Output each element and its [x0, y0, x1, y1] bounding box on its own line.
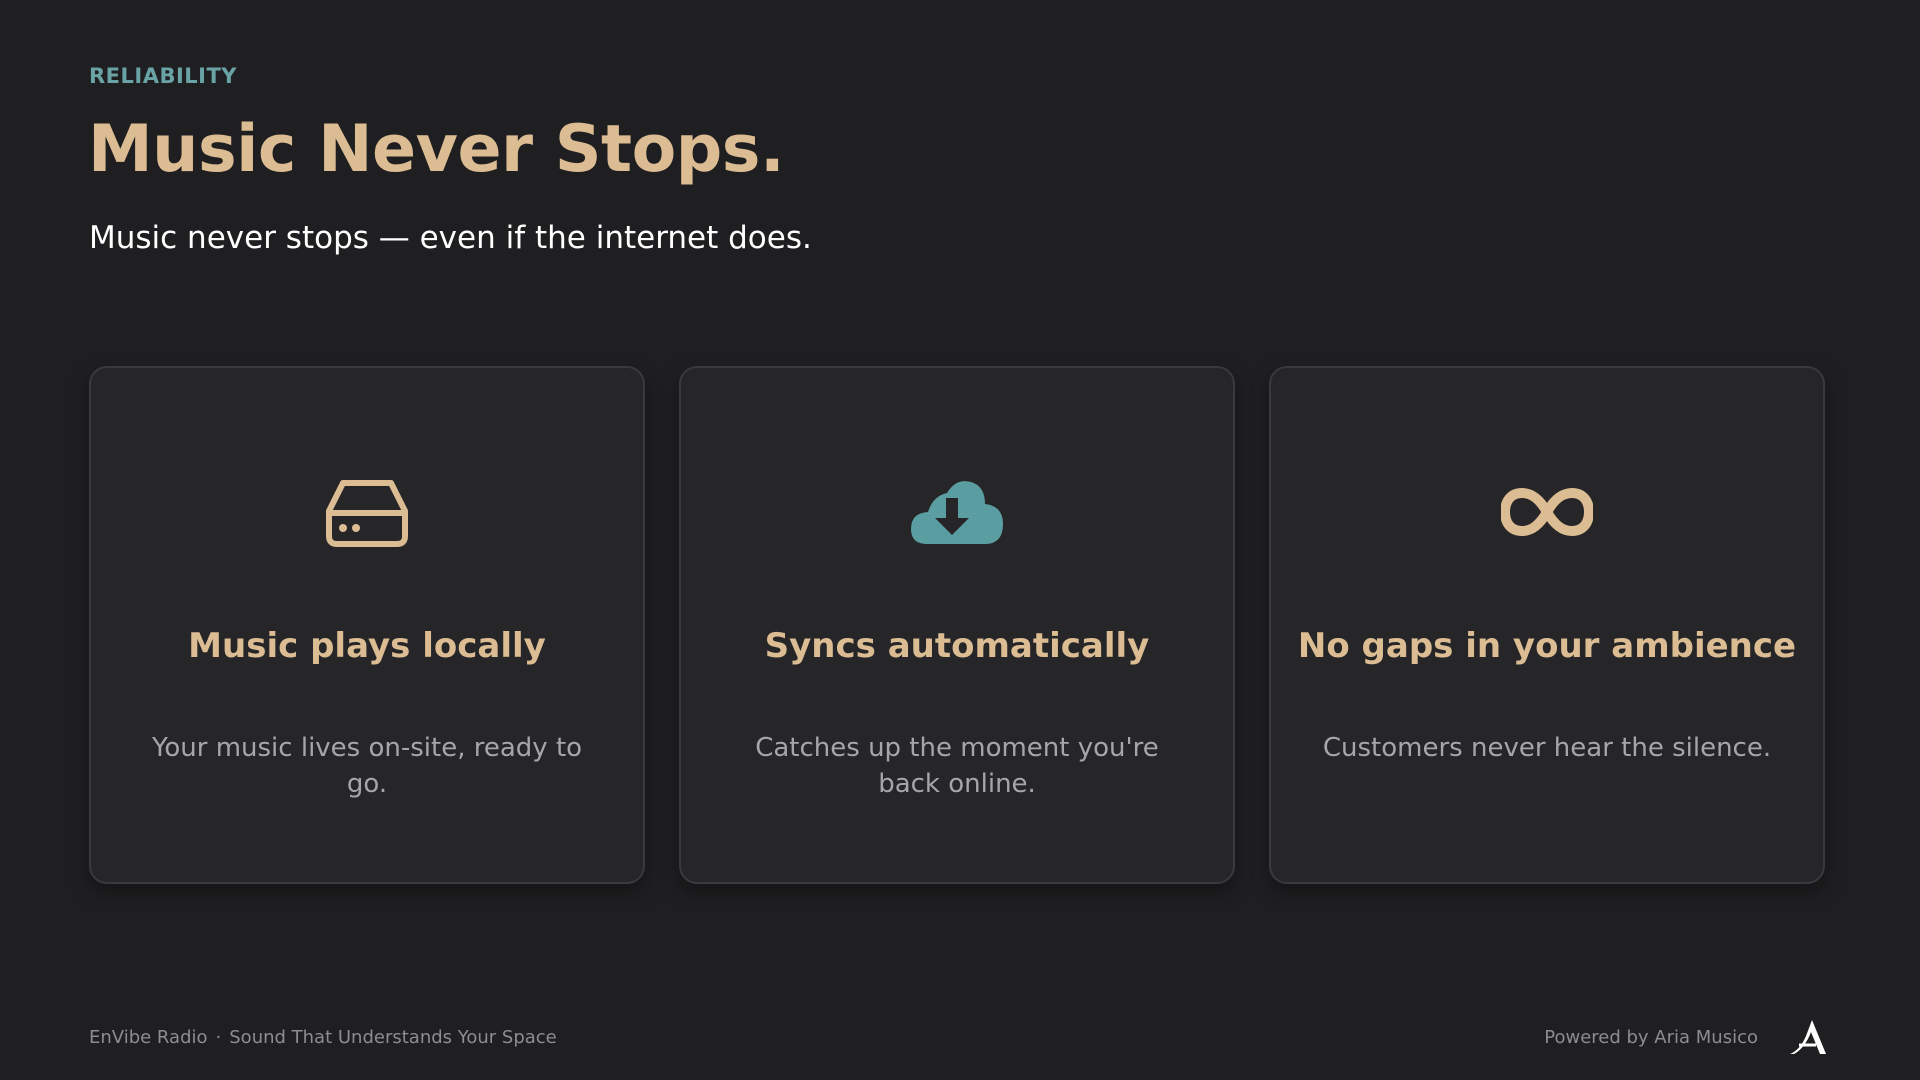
card-title: Music plays locally — [188, 626, 546, 666]
cloud-download-icon — [911, 476, 1003, 548]
page-title: Music Never Stops. — [88, 112, 785, 187]
footer-brand-line: EnVibe Radio · Sound That Understands Your… — [89, 1027, 557, 1048]
feature-card-local-playback: Music plays locally Your music lives on-… — [89, 366, 645, 884]
footer-brand: EnVibe Radio — [89, 1027, 208, 1048]
card-description: Customers never hear the silence. — [1322, 733, 1772, 763]
feature-cards: Music plays locally Your music lives on-… — [89, 366, 1825, 884]
footer-separator: · — [215, 1027, 222, 1048]
card-description: Your music lives on-site, ready to go. — [151, 733, 583, 799]
footer-powered-by: Powered by Aria Musico — [1544, 1027, 1758, 1048]
card-description: Catches up the moment you're back online… — [755, 733, 1159, 799]
page-subtitle: Music never stops — even if the internet… — [89, 220, 812, 256]
card-title: Syncs automatically — [764, 626, 1150, 666]
infinity-icon — [1501, 476, 1593, 548]
aria-musico-logo-icon — [1786, 1016, 1830, 1058]
feature-card-no-gaps: No gaps in your ambience Customers never… — [1269, 366, 1825, 884]
feature-card-auto-sync: Syncs automatically Catches up the momen… — [679, 366, 1235, 884]
section-eyebrow: RELIABILITY — [89, 64, 238, 88]
card-title: No gaps in your ambience — [1297, 626, 1797, 666]
hard-drive-icon — [321, 476, 413, 548]
footer-tagline: Sound That Understands Your Space — [229, 1027, 557, 1048]
